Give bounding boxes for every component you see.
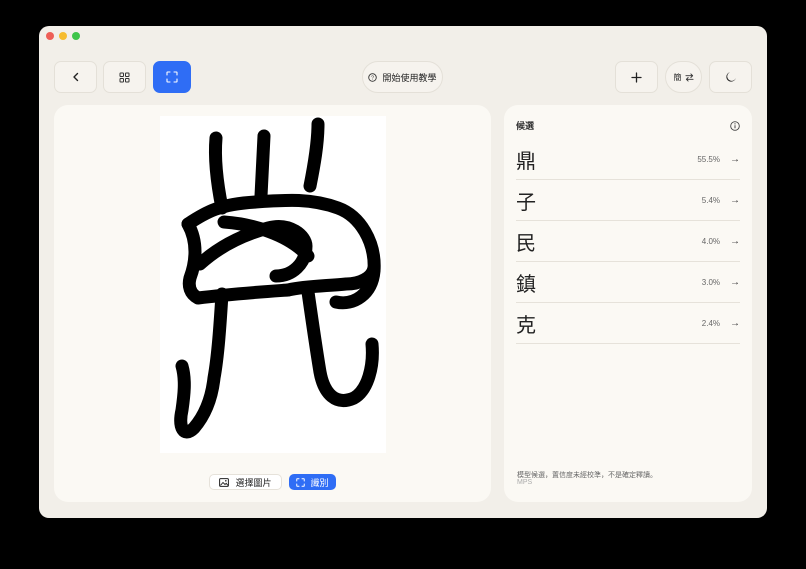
candidate-row[interactable]: 克 2.4% → <box>516 303 740 344</box>
candidate-char: 子 <box>516 189 536 214</box>
info-icon[interactable] <box>730 120 740 131</box>
grid-icon <box>119 72 130 82</box>
candidates-title: 候選 <box>516 121 535 131</box>
select-image-label: 選擇圖片 <box>235 477 272 488</box>
dark-mode-button[interactable] <box>709 61 752 93</box>
photo-icon <box>219 477 230 487</box>
scan-frame-icon <box>166 71 178 83</box>
candidate-row[interactable]: 鎮 3.0% → <box>516 262 740 303</box>
oracle-bone-glyph-image <box>174 117 381 439</box>
candidates-panel: 候選 鼎 55.5% → 子 5.4% → 民 4.0% → 鎮 3.0% → … <box>504 105 752 502</box>
window-controls <box>46 32 80 40</box>
arrow-right-icon: → <box>730 276 740 288</box>
arrow-right-icon: → <box>730 194 740 206</box>
script-toggle-label: 簡 <box>673 72 682 82</box>
select-image-button[interactable]: 選擇圖片 <box>209 474 282 490</box>
arrow-right-icon: → <box>730 235 740 247</box>
device-label: MPS <box>517 479 533 486</box>
image-panel: 選擇圖片 識別 <box>54 105 491 502</box>
arrow-right-icon: → <box>730 153 740 165</box>
app-window: ? 開始使用教學 簡 選擇圖片 識別 候選 鼎 55.5% → 子 5.4% →… <box>39 26 767 518</box>
candidate-confidence: 3.0% <box>701 277 720 287</box>
candidates-header: 候選 <box>516 119 740 132</box>
candidate-confidence: 5.4% <box>701 195 720 205</box>
candidate-char: 克 <box>516 312 536 337</box>
recognize-button[interactable]: 識別 <box>288 474 336 490</box>
minimize-window-button[interactable] <box>59 32 67 40</box>
zoom-window-button[interactable] <box>72 32 80 40</box>
script-toggle-button[interactable]: 簡 <box>665 61 702 93</box>
moon-icon <box>725 72 736 82</box>
image-actions: 選擇圖片 識別 <box>54 474 491 490</box>
candidate-char: 鼎 <box>516 148 536 173</box>
back-button[interactable] <box>54 61 97 93</box>
arrow-right-icon: → <box>730 317 740 329</box>
disclaimer-note: 模型候選，置信度未經校準，不是確定釋讀。 <box>517 472 657 479</box>
candidate-confidence: 55.5% <box>697 154 720 164</box>
grid-view-button[interactable] <box>103 61 146 93</box>
swap-arrows-icon <box>684 72 694 82</box>
svg-text:?: ? <box>371 75 374 81</box>
recognize-mode-button[interactable] <box>153 61 191 93</box>
candidate-row[interactable]: 子 5.4% → <box>516 180 740 221</box>
scan-frame-icon <box>295 477 305 487</box>
candidate-confidence: 4.0% <box>701 236 720 246</box>
input-image[interactable] <box>160 116 386 453</box>
recognize-label: 識別 <box>310 477 329 488</box>
candidate-row[interactable]: 鼎 55.5% → <box>516 139 740 180</box>
close-window-button[interactable] <box>46 32 54 40</box>
question-circle-icon: ? <box>368 72 378 82</box>
candidate-row[interactable]: 民 4.0% → <box>516 221 740 262</box>
add-button[interactable] <box>615 61 658 93</box>
candidate-char: 民 <box>516 230 536 255</box>
tutorial-label: 開始使用教學 <box>382 72 437 83</box>
candidate-list: 鼎 55.5% → 子 5.4% → 民 4.0% → 鎮 3.0% → 克 2 <box>516 139 740 344</box>
chevron-left-icon <box>72 72 78 82</box>
plus-icon <box>631 71 642 83</box>
tutorial-button[interactable]: ? 開始使用教學 <box>362 61 443 93</box>
candidate-char: 鎮 <box>516 271 536 296</box>
candidate-confidence: 2.4% <box>701 318 720 328</box>
